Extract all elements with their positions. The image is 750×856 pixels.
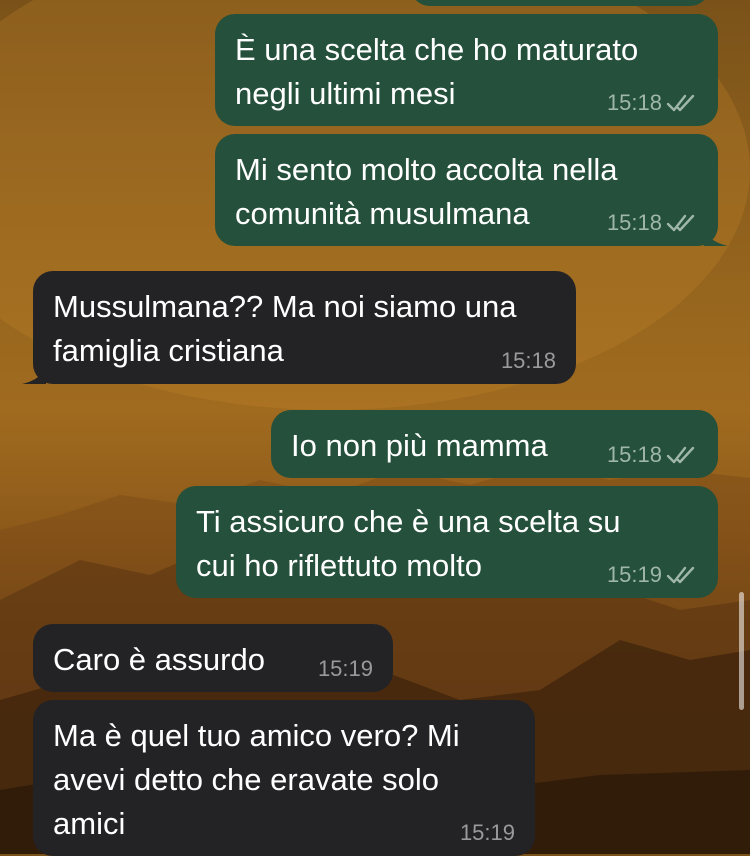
double-check-icon	[666, 94, 695, 112]
message-meta: 15:18	[607, 210, 698, 236]
message-meta: 15:18	[607, 90, 698, 116]
message-time: 15:18	[606, 90, 662, 115]
message-bubble-incoming[interactable]: Ma è quel tuo amico vero? Mi avevi detto…	[33, 700, 535, 856]
message-time: 15:18	[606, 210, 662, 235]
double-check-icon	[666, 566, 695, 584]
scrollbar[interactable]	[739, 592, 744, 710]
message-bubble-outgoing[interactable]: È una scelta che ho maturato negli ultim…	[215, 14, 718, 126]
message-time: 15:19	[606, 562, 662, 587]
message-text: Mussulmana?? Ma noi siamo una famiglia c…	[53, 289, 517, 368]
message-meta: 15:19	[318, 656, 373, 682]
message-meta: 15:18	[607, 442, 698, 468]
message-bubble-incoming[interactable]: Caro è assurdo 15:19	[33, 624, 393, 692]
message-bubble-outgoing[interactable]: Ti assicuro che è una scelta su cui ho r…	[176, 486, 718, 598]
message-bubble-outgoing[interactable]	[410, 0, 710, 6]
message-bubble-outgoing[interactable]: Mi sento molto accolta nella comunità mu…	[215, 134, 728, 246]
message-meta: 15:19	[607, 562, 698, 588]
message-time: 15:18	[500, 348, 556, 373]
bubble-tail	[22, 362, 46, 384]
message-meta: 15:18	[501, 348, 556, 374]
message-text: Ma è quel tuo amico vero? Mi avevi detto…	[53, 718, 460, 841]
message-bubble-outgoing[interactable]: Io non più mamma 15:18	[271, 410, 718, 478]
chat-area[interactable]: È una scelta che ho maturato negli ultim…	[0, 0, 750, 856]
message-bubble-incoming[interactable]: Mussulmana?? Ma noi siamo una famiglia c…	[22, 271, 576, 384]
message-meta: 15:19	[460, 820, 515, 846]
double-check-icon	[666, 214, 695, 232]
message-time: 15:19	[317, 656, 373, 681]
bubble-tail	[704, 224, 728, 246]
message-time: 15:19	[459, 820, 515, 845]
message-time: 15:18	[606, 442, 662, 467]
double-check-icon	[666, 446, 695, 464]
